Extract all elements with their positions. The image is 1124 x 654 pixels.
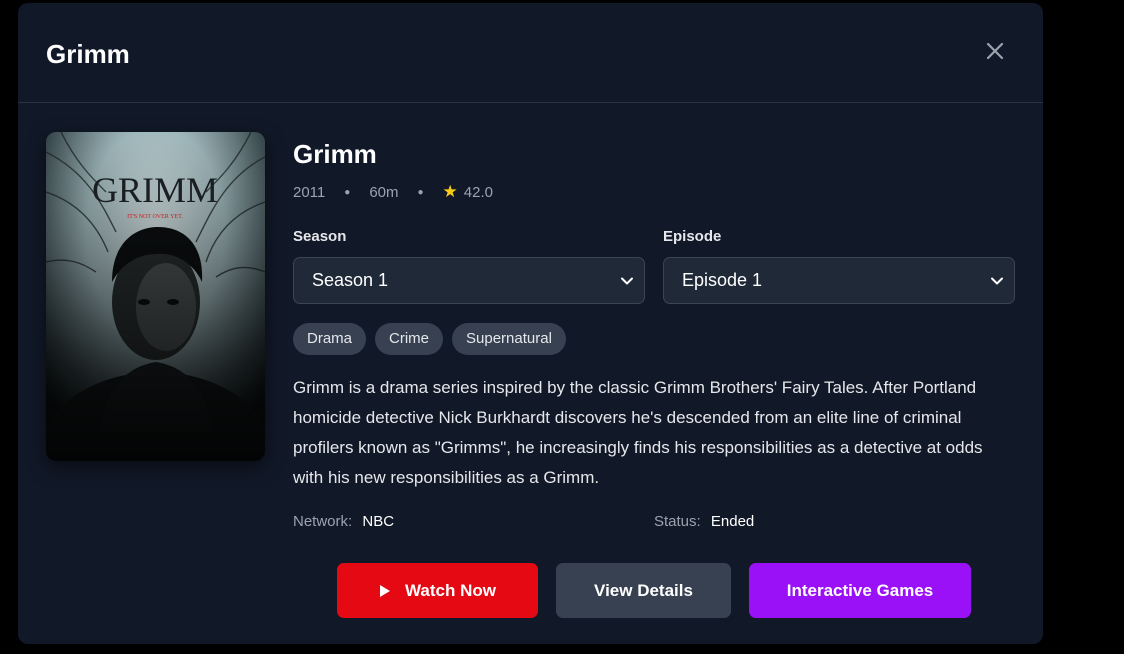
genre-tag: Drama [293,323,367,355]
status-value: Ended [710,513,755,530]
play-icon [380,584,390,597]
watch-now-label: Watch Now [405,580,496,600]
close-button[interactable] [983,39,1007,63]
modal-title: Grimm [46,39,130,69]
show-year: 2011 [293,183,326,201]
season-selector: Season Season 1 [293,228,645,304]
show-info: Grimm 2011 ● 60m ● ★ 42.0 Season Season … [293,132,1015,530]
network-value: NBC [362,513,395,530]
show-meta: 2011 ● 60m ● ★ 42.0 [293,182,1015,202]
status-label: Status: [654,513,701,530]
show-runtime: 60m [369,183,399,201]
network-detail: Network: NBC [293,513,654,530]
chevron-down-icon [991,277,1003,284]
show-poster: GRIMM IT'S NOT OVER YET. [46,132,265,461]
meta-separator: ● [417,186,424,198]
episode-selector: Episode Episode 1 [663,228,1015,304]
poster-title: GRIMM [92,170,218,210]
action-buttons: Watch Now View Details Interactive Games [337,563,971,618]
close-icon [986,42,1004,60]
show-modal: Grimm GRIMM IT'S NOT OVER YET. Grimm 201… [18,3,1043,644]
show-title: Grimm [293,139,377,169]
watch-now-button[interactable]: Watch Now [337,563,538,618]
meta-separator: ● [344,186,351,198]
show-description: Grimm is a drama series inspired by the … [293,378,983,487]
episode-label: Episode [663,228,722,245]
star-icon: ★ [442,182,458,201]
season-value: Season 1 [312,270,389,290]
episode-select[interactable]: Episode 1 [663,257,1015,304]
modal-header: Grimm [18,3,1043,103]
interactive-games-label: Interactive Games [786,580,934,600]
view-details-button[interactable]: View Details [556,563,731,618]
genre-tag: Supernatural [452,323,566,355]
view-details-label: View Details [594,580,693,600]
show-details: Network: NBC Status: Ended [293,513,1015,530]
network-label: Network: [293,513,353,530]
season-select[interactable]: Season 1 [293,257,645,304]
interactive-games-button[interactable]: Interactive Games [749,563,971,618]
show-rating: 42.0 [463,183,493,201]
episode-value: Episode 1 [682,270,763,290]
poster-tagline: IT'S NOT OVER YET. [127,214,183,220]
status-detail: Status: Ended [654,513,1015,530]
genre-tag: Crime [375,323,444,355]
poster-image: GRIMM IT'S NOT OVER YET. [46,132,265,461]
episode-selectors: Season Season 1 Episode Episode 1 [293,228,1015,304]
genre-list: Drama Crime Supernatural [293,323,1015,355]
chevron-down-icon [621,277,633,284]
season-label: Season [293,228,347,245]
